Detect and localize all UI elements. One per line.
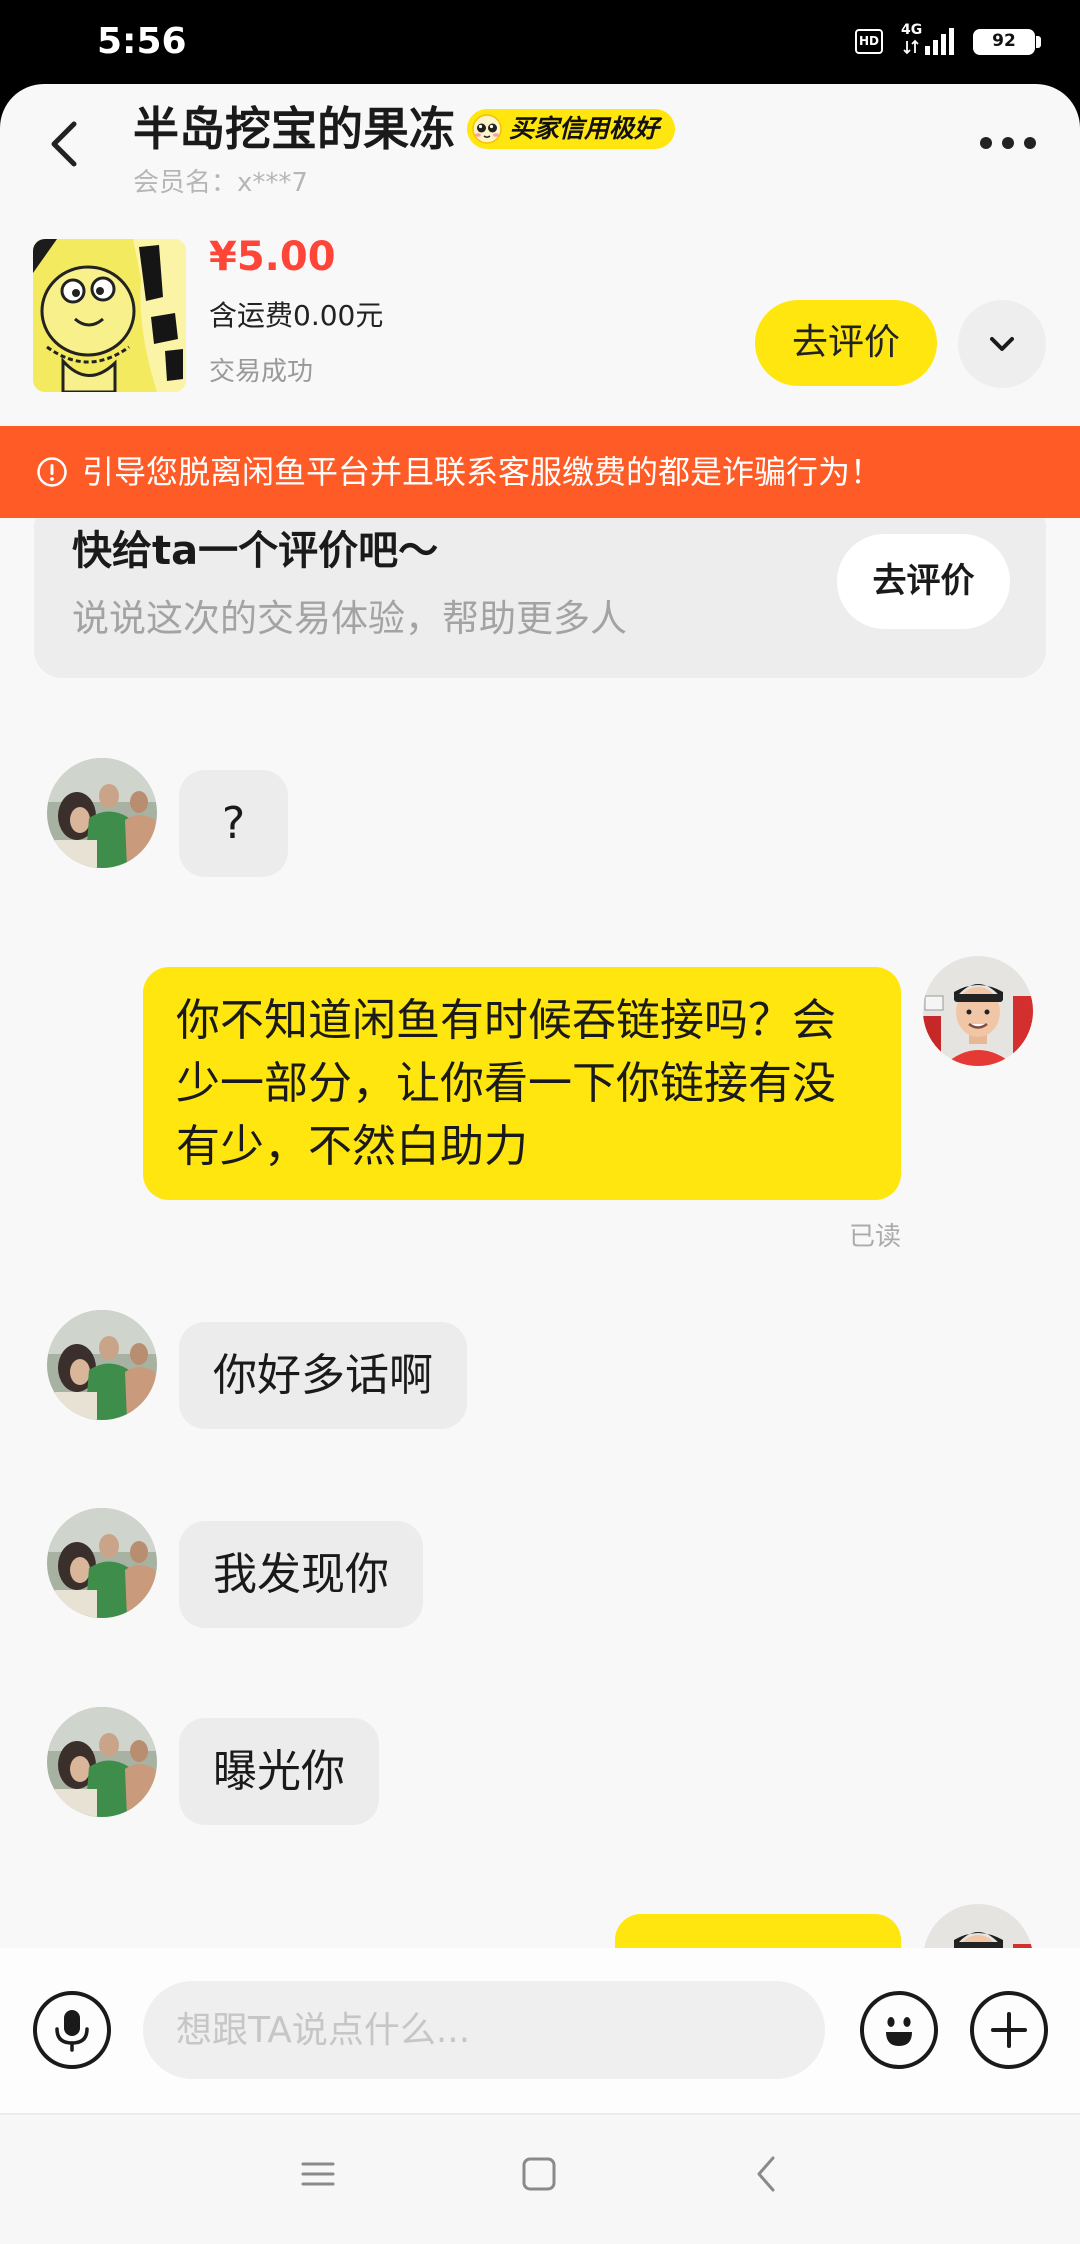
smiley-icon bbox=[886, 2017, 912, 2046]
contact-avatar-image bbox=[47, 1707, 157, 1817]
trade-status: 交易成功 bbox=[209, 357, 314, 387]
menu-icon[interactable] bbox=[293, 2149, 343, 2199]
chevron-left-icon[interactable] bbox=[44, 118, 84, 170]
chevron-down-icon bbox=[990, 337, 1014, 351]
battery-icon: 92 bbox=[973, 29, 1035, 55]
voice-button[interactable] bbox=[33, 1991, 111, 2069]
review-prompt-subtitle: 说说这次的交易体验，帮助更多人 bbox=[72, 597, 627, 640]
expand-button[interactable] bbox=[958, 300, 1046, 388]
signal-icon bbox=[925, 28, 954, 55]
chat-title-row: 半岛挖宝的果冻 买家信用极好 bbox=[133, 100, 676, 158]
credit-badge[interactable]: 买家信用极好 bbox=[467, 109, 676, 149]
product-thumbnail[interactable] bbox=[33, 239, 186, 392]
message-bubble-outgoing[interactable]: 你不知道闲鱼有时候吞链接吗？会 少一部分，让你看一下你链接有没 有少，不然白助力 bbox=[143, 967, 901, 1200]
member-name: 会员名：x***7 bbox=[133, 168, 308, 198]
contact-avatar-image bbox=[47, 758, 157, 868]
dot bbox=[1002, 137, 1014, 149]
credit-badge-label: 买家信用极好 bbox=[509, 114, 660, 143]
face-icon bbox=[472, 114, 502, 144]
shipping-note: 含运费0.00元 bbox=[209, 299, 384, 332]
battery-nub bbox=[1036, 36, 1041, 48]
message-bubble-incoming[interactable]: 你好多话啊 bbox=[179, 1322, 467, 1429]
contact-avatar-image bbox=[47, 1508, 157, 1618]
page-title[interactable]: 半岛挖宝的果冻 bbox=[133, 100, 455, 158]
dot bbox=[1024, 137, 1036, 149]
nav-back-icon[interactable] bbox=[742, 2149, 792, 2199]
contact-avatar[interactable] bbox=[47, 1707, 157, 1817]
message-bubble-incoming[interactable]: 我发现你 bbox=[179, 1521, 423, 1628]
contact-avatar-image bbox=[47, 1310, 157, 1420]
message-input[interactable] bbox=[143, 1981, 825, 2079]
dot bbox=[980, 137, 992, 149]
message-bubble-incoming[interactable]: 曝光你 bbox=[179, 1718, 379, 1825]
mic-icon bbox=[55, 2010, 89, 2052]
my-avatar[interactable] bbox=[923, 956, 1033, 1066]
hd-indicator: HD bbox=[855, 29, 883, 54]
emoji-button[interactable] bbox=[860, 1991, 938, 2069]
my-avatar-image bbox=[923, 956, 1033, 1066]
more-dots-icon[interactable] bbox=[980, 137, 1036, 149]
message-input-field[interactable] bbox=[143, 1981, 825, 2079]
contact-avatar[interactable] bbox=[47, 1310, 157, 1420]
contact-avatar[interactable] bbox=[47, 758, 157, 868]
product-image bbox=[33, 239, 186, 392]
product-price: ¥5.00 bbox=[209, 234, 336, 280]
fraud-warning-text: 引导您脱离闲鱼平台并且联系客服缴费的都是诈骗行为！ bbox=[82, 453, 883, 491]
review-prompt-title: 快给ta一个评价吧～ bbox=[72, 528, 439, 574]
info-icon bbox=[37, 457, 67, 487]
review-button[interactable]: 去评价 bbox=[755, 300, 937, 386]
status-time: 5:56 bbox=[97, 21, 187, 62]
data-activity-icon bbox=[903, 39, 919, 55]
read-receipt: 已读 bbox=[848, 1222, 901, 1252]
review-prompt-button[interactable]: 去评价 bbox=[837, 534, 1010, 629]
message-bubble-incoming[interactable]: ? bbox=[179, 770, 288, 877]
plus-icon bbox=[991, 2012, 1027, 2048]
contact-avatar[interactable] bbox=[47, 1508, 157, 1618]
attach-button[interactable] bbox=[970, 1991, 1048, 2069]
network-type: 4G bbox=[901, 22, 923, 38]
home-square-icon[interactable] bbox=[514, 2149, 564, 2199]
